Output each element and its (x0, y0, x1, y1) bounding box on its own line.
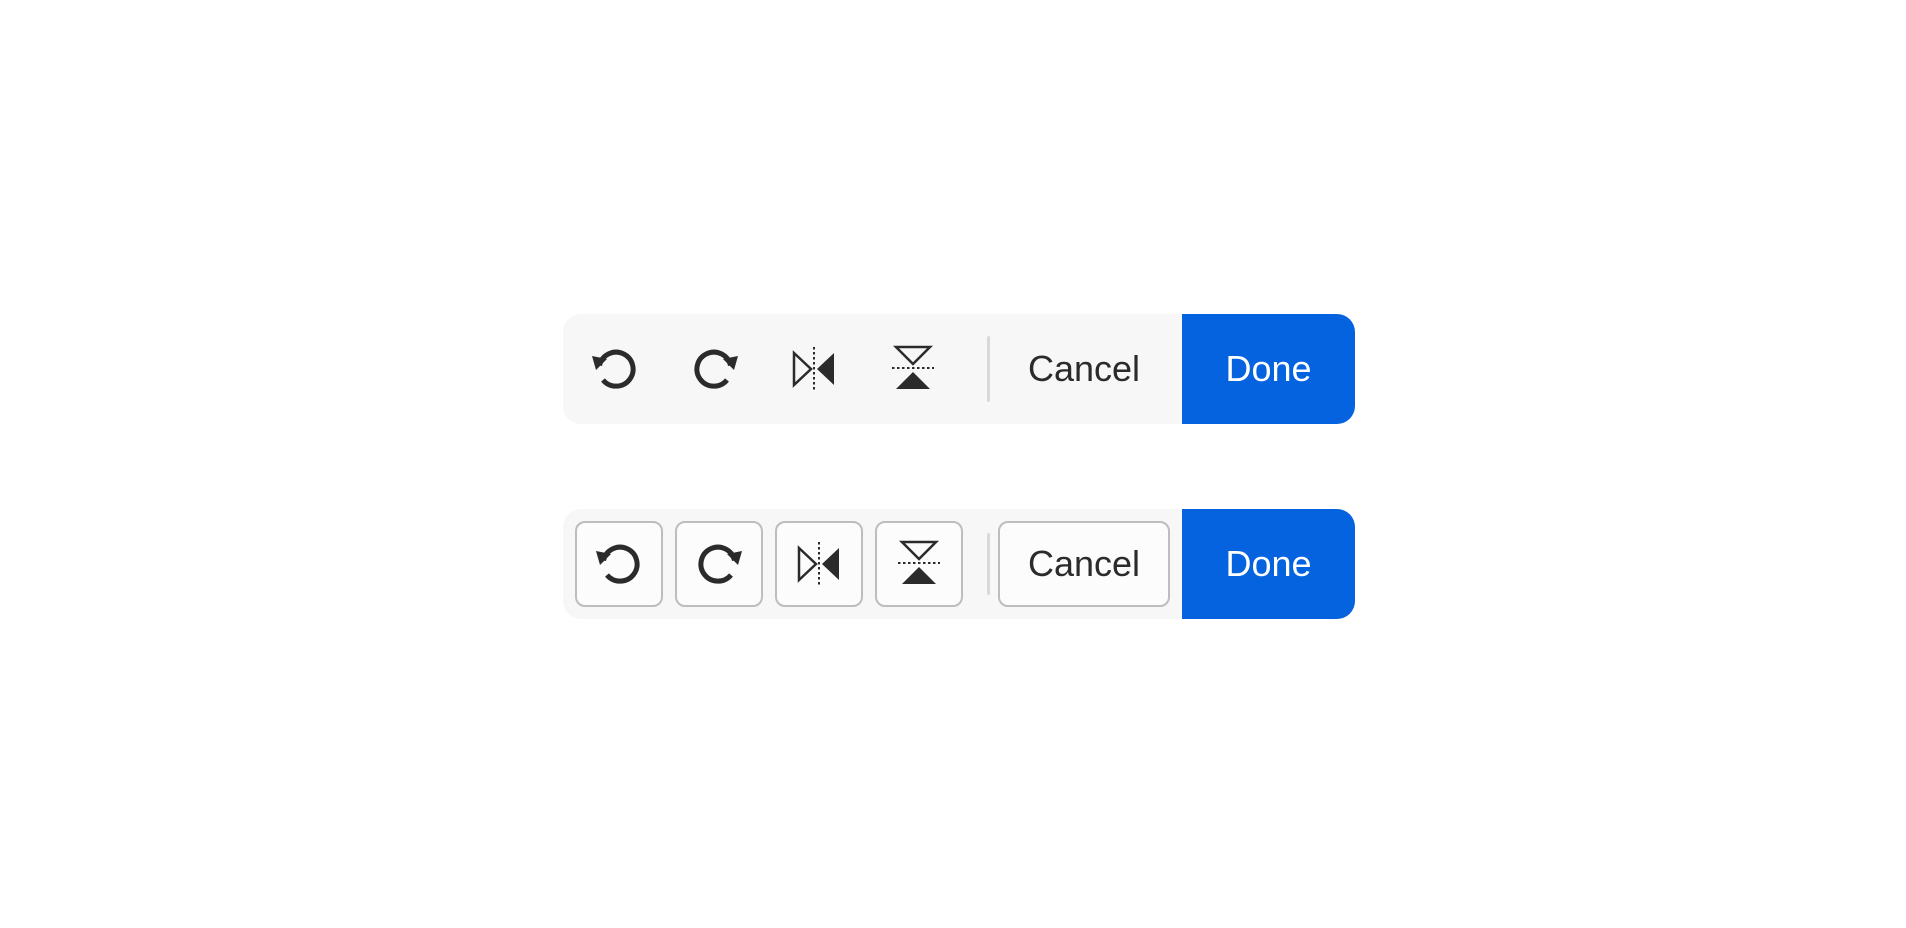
flip-vertical-icon (893, 538, 945, 590)
done-button[interactable]: Done (1182, 314, 1355, 424)
cancel-button[interactable]: Cancel (998, 521, 1170, 607)
flip-vertical-button[interactable] (875, 521, 963, 607)
toolbar-outlined: Cancel Done (563, 509, 1355, 619)
rotate-right-button[interactable] (675, 521, 763, 607)
flip-horizontal-button[interactable] (764, 314, 864, 424)
flip-horizontal-button[interactable] (775, 521, 863, 607)
flip-vertical-icon (887, 343, 939, 395)
rotate-right-button[interactable] (665, 314, 765, 424)
done-button[interactable]: Done (1182, 509, 1355, 619)
rotate-left-button[interactable] (575, 521, 663, 607)
rotate-right-icon (689, 343, 741, 395)
rotate-right-icon (693, 538, 745, 590)
flip-vertical-button[interactable] (863, 314, 963, 424)
canvas: Cancel Done Cancel Done (0, 0, 1906, 928)
toolbar-quiet: Cancel Done (563, 314, 1355, 424)
toolbar-divider (987, 336, 990, 402)
rotate-left-icon (593, 538, 645, 590)
rotate-left-button[interactable] (565, 314, 665, 424)
flip-horizontal-icon (793, 538, 845, 590)
rotate-left-icon (589, 343, 641, 395)
flip-horizontal-icon (788, 343, 840, 395)
cancel-button[interactable]: Cancel (998, 314, 1170, 424)
toolbar-divider (987, 533, 990, 595)
